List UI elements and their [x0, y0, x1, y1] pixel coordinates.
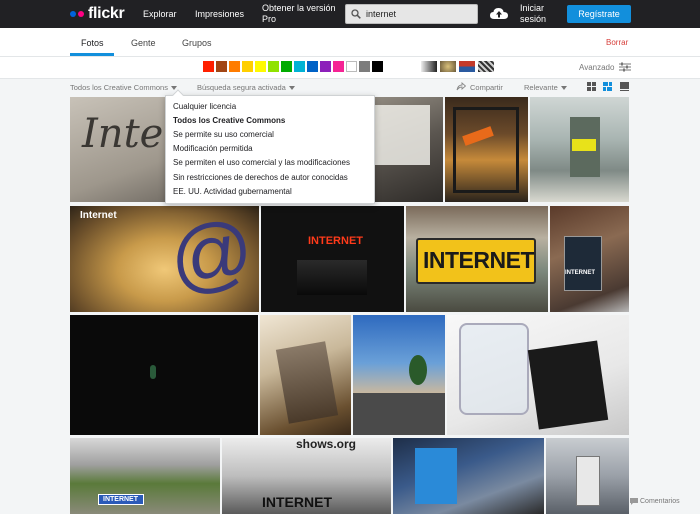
photo-detail: [572, 139, 596, 151]
color-swatch-white[interactable]: [346, 61, 357, 72]
license-option-any[interactable]: Cualquier licencia: [173, 102, 236, 111]
tab-gente[interactable]: Gente: [131, 38, 156, 48]
search-box: [345, 4, 478, 24]
color-swatch-brown[interactable]: [216, 61, 227, 72]
color-swatch-green[interactable]: [281, 61, 292, 72]
tab-fotos[interactable]: Fotos: [81, 38, 104, 48]
color-swatch-yellow[interactable]: [255, 61, 266, 72]
photo-text: INTERNET: [423, 247, 535, 273]
photo-text: INTERNET: [262, 494, 332, 510]
shallow-dof-icon[interactable]: [440, 61, 456, 72]
photo-detail: [527, 340, 609, 430]
tab-grupos[interactable]: Grupos: [182, 38, 212, 48]
photo-tile[interactable]: INTERNET: [406, 206, 548, 312]
photo-detail: [459, 323, 529, 415]
advanced-link[interactable]: Avanzado: [579, 63, 614, 72]
safesearch-filter[interactable]: Búsqueda segura activada: [197, 83, 295, 92]
photo-tile[interactable]: [530, 97, 629, 202]
black-and-white-icon[interactable]: [421, 61, 437, 72]
color-swatch-pink[interactable]: [333, 61, 344, 72]
photo-text: INTERNET: [308, 235, 363, 247]
photo-detail: [576, 456, 600, 506]
photo-detail: [150, 365, 156, 379]
photo-tile[interactable]: INTERNET: [70, 438, 220, 514]
license-option-us-gov[interactable]: EE. UU. Actividad gubernamental: [173, 187, 292, 196]
photo-text: shows.org: [296, 438, 357, 451]
safesearch-label: Búsqueda segura activada: [197, 83, 286, 92]
photo-tile[interactable]: INTERNET: [261, 206, 404, 312]
color-swatch-cyan[interactable]: [294, 61, 305, 72]
photo-tile[interactable]: [70, 315, 258, 435]
color-swatch-orange[interactable]: [229, 61, 240, 72]
photo-tile[interactable]: [546, 438, 629, 514]
share-button[interactable]: Compartir: [470, 83, 503, 92]
license-dropdown-menu: Cualquier licencia Todos los Creative Co…: [165, 89, 375, 204]
license-option-all-cc[interactable]: Todos los Creative Commons: [173, 116, 285, 125]
color-filter-bar: Avanzado: [0, 57, 700, 79]
color-swatch-black[interactable]: [372, 61, 383, 72]
justified-view-icon[interactable]: [603, 82, 612, 91]
color-swatch-gray[interactable]: [359, 61, 370, 72]
photo-detail: [409, 355, 427, 385]
logo-dot-pink: [78, 11, 84, 17]
photo-detail: [275, 341, 339, 424]
nav-get-pro[interactable]: Obtener la versión Pro: [262, 3, 342, 25]
license-filter-label: Todos los Creative Commons: [70, 83, 168, 92]
photo-detail: [415, 448, 457, 504]
color-swatch-gold[interactable]: [242, 61, 253, 72]
photo-tile[interactable]: [447, 315, 629, 435]
nav-impresiones[interactable]: Impresiones: [195, 9, 244, 19]
flickr-logo[interactable]: flickr: [70, 5, 125, 23]
active-tab-indicator: [70, 53, 114, 56]
logo-dot-blue: [70, 11, 76, 17]
license-filter[interactable]: Todos los Creative Commons: [70, 83, 177, 92]
photo-text: INTERNET: [103, 496, 138, 503]
photo-text: Internet: [80, 210, 117, 221]
photo-text: INTERNET: [565, 270, 595, 276]
signin-link[interactable]: Iniciar sesión: [520, 3, 560, 25]
color-swatch-purple[interactable]: [320, 61, 331, 72]
page: flickr Explorar Impresiones Obtener la v…: [0, 0, 700, 514]
nav-explorar[interactable]: Explorar: [143, 9, 177, 19]
minimalist-icon[interactable]: [459, 61, 475, 72]
photo-tile[interactable]: [445, 97, 528, 202]
chevron-down-icon: [560, 86, 567, 91]
chevron-down-icon: [288, 86, 295, 91]
top-navbar: flickr Explorar Impresiones Obtener la v…: [0, 0, 700, 28]
clear-button[interactable]: Borrar: [606, 38, 628, 47]
search-input[interactable]: [366, 7, 471, 21]
register-button[interactable]: Regístrate: [567, 5, 631, 23]
photo-detail: [564, 236, 602, 291]
license-option-no-restrictions[interactable]: Sin restricciones de derechos de autor c…: [173, 173, 348, 182]
photo-tile[interactable]: Internet @: [70, 206, 259, 312]
license-option-modifications[interactable]: Modificación permitida: [173, 144, 253, 153]
color-swatch-lime[interactable]: [268, 61, 279, 72]
license-option-commercial[interactable]: Se permite su uso comercial: [173, 130, 274, 139]
share-icon[interactable]: [456, 82, 466, 91]
comment-icon[interactable]: [630, 498, 638, 505]
sort-dropdown[interactable]: Relevante: [524, 83, 567, 92]
photo-tile[interactable]: [353, 315, 445, 435]
color-swatch-blue[interactable]: [307, 61, 318, 72]
large-view-icon[interactable]: [620, 82, 629, 91]
search-icon[interactable]: [351, 9, 361, 19]
photo-tile[interactable]: shows.org INTERNET: [222, 438, 391, 514]
grid-small-view-icon[interactable]: [587, 82, 596, 91]
cloud-upload-icon[interactable]: [490, 6, 508, 20]
sort-label: Relevante: [524, 83, 558, 92]
color-swatch-red[interactable]: [203, 61, 214, 72]
sliders-icon[interactable]: [619, 62, 631, 72]
photo-tile[interactable]: [393, 438, 544, 514]
photo-detail: [453, 107, 519, 193]
photo-text: @: [164, 206, 259, 306]
comments-link[interactable]: Comentarios: [640, 498, 680, 505]
license-option-commercial-mods[interactable]: Se permiten el uso comercial y las modif…: [173, 158, 350, 167]
photo-detail: [297, 260, 367, 295]
photo-detail: [353, 393, 445, 435]
photo-tile[interactable]: [260, 315, 351, 435]
photo-tile[interactable]: INTERNET: [550, 206, 629, 312]
logo-text: flickr: [88, 5, 125, 22]
pattern-icon[interactable]: [478, 61, 494, 72]
